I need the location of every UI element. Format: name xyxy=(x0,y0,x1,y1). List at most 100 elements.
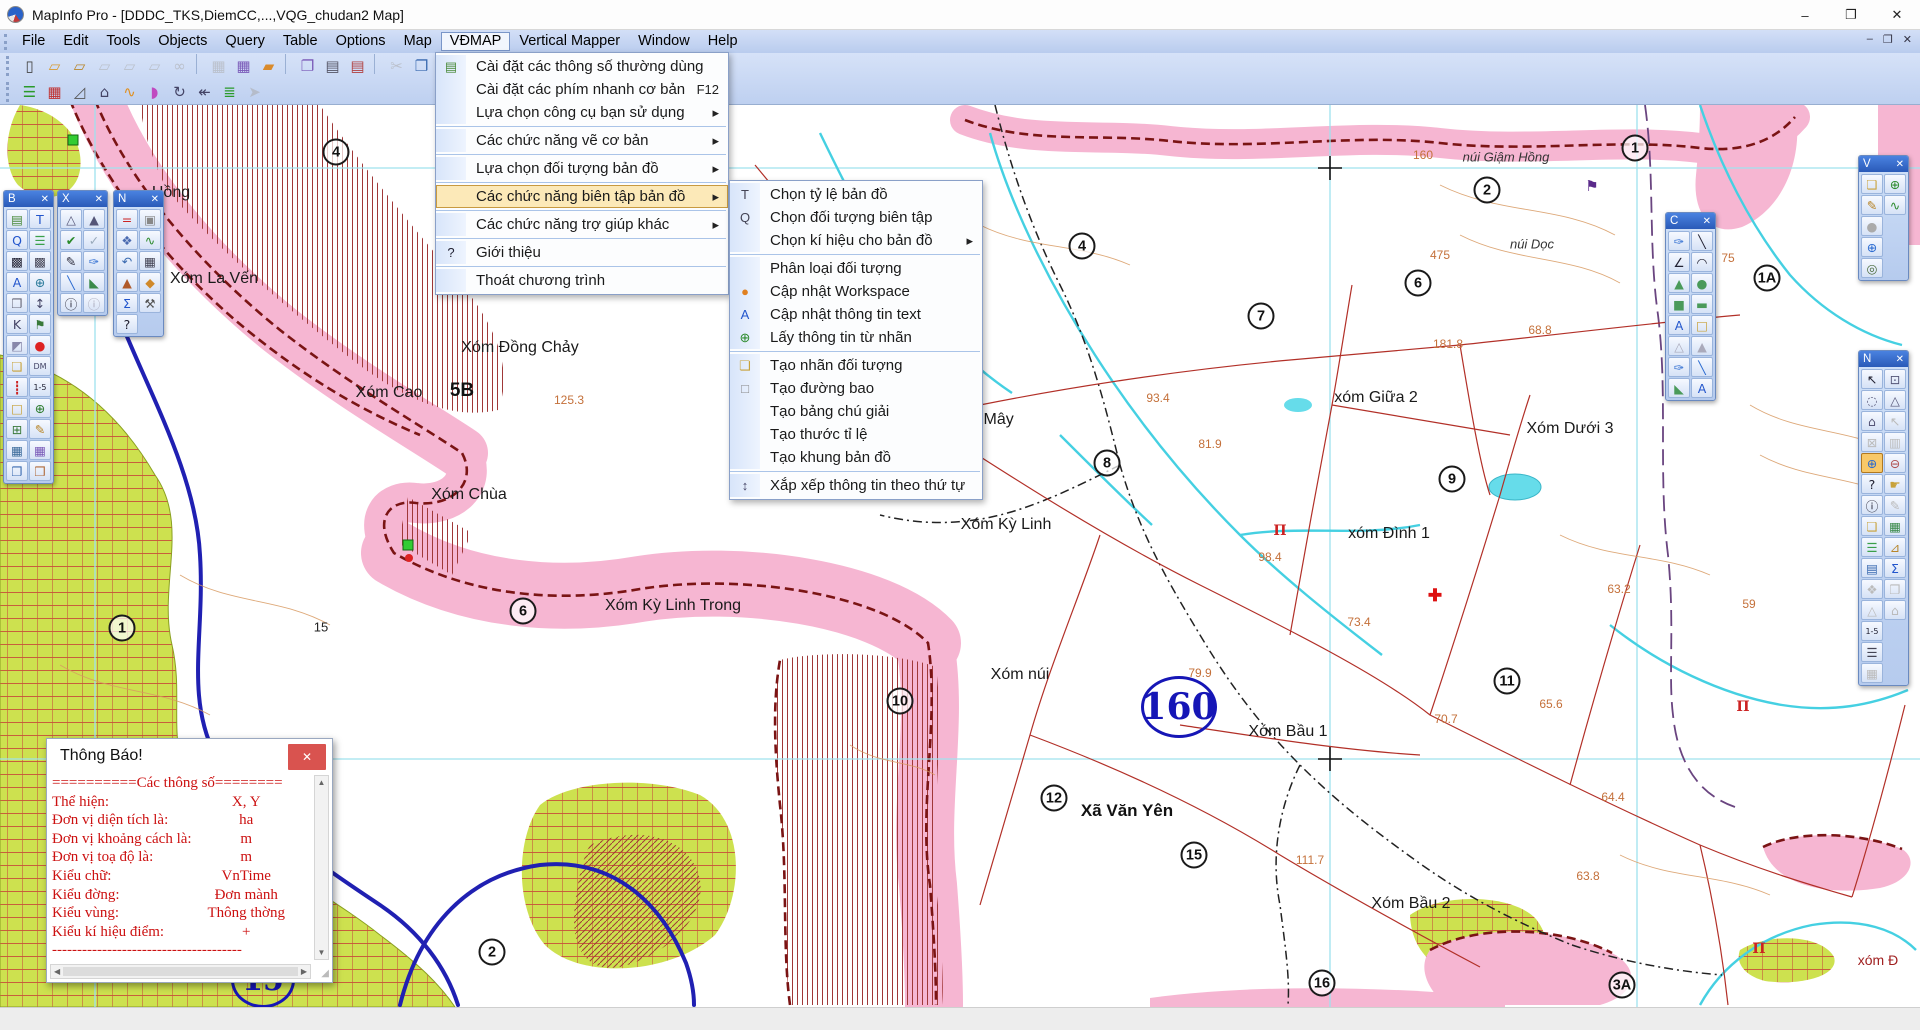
menu-item-thoat-chuong-trinh[interactable]: Thoát chương trình xyxy=(436,269,728,292)
check-light-button[interactable]: ✓ xyxy=(83,230,105,250)
menu-item-tao-nhan-oi-tuong[interactable]: ❏Tạo nhãn đối tượng xyxy=(730,354,982,377)
pin-symbol-button[interactable]: ✑ xyxy=(1668,231,1690,251)
text-A-button[interactable]: A xyxy=(1668,315,1690,335)
palette-titlebar[interactable]: X✕ xyxy=(58,191,107,207)
menu-map[interactable]: Map xyxy=(395,32,441,51)
ball-gray-button[interactable]: ● xyxy=(1861,216,1883,236)
text-T-button[interactable]: T xyxy=(29,209,51,229)
return-arrow-button[interactable]: ↶ xyxy=(116,251,138,271)
scale-bar-button[interactable]: 1-5 xyxy=(1861,621,1883,641)
mdi-close-button[interactable]: ✕ xyxy=(1903,33,1912,46)
arc-draw-button[interactable]: ◠ xyxy=(1691,252,1713,272)
open-disabled-3-button[interactable]: ▱ xyxy=(142,54,167,78)
check-apply-button[interactable]: ✔ xyxy=(60,230,82,250)
line-draw-button[interactable]: ╲ xyxy=(1691,231,1713,251)
sort-az-button[interactable]: ↕ xyxy=(29,293,51,313)
close-button[interactable]: ✕ xyxy=(1874,0,1920,30)
chart-green-button[interactable]: ∿ xyxy=(139,230,161,250)
globe-web-button[interactable]: ⊕ xyxy=(29,398,51,418)
dialog-close-button[interactable]: ✕ xyxy=(288,744,326,770)
triangle-gray-button[interactable]: △ xyxy=(1861,600,1883,620)
vm-3d-view-button[interactable]: ≣ xyxy=(217,80,242,104)
select-radius-button[interactable]: ◌ xyxy=(1861,390,1883,410)
menu-item-cac-chuc-nang-ve-co-ban[interactable]: Các chức năng vẽ cơ bản▸ xyxy=(436,129,728,152)
map-hand-button[interactable]: ▦ xyxy=(1884,516,1906,536)
calendar-table-button[interactable]: ▦ xyxy=(6,440,28,460)
vm-extract-button[interactable]: ↞ xyxy=(192,80,217,104)
table-add-gray-button[interactable]: ▦ xyxy=(1861,663,1883,683)
scroll-up-icon[interactable]: ▲ xyxy=(318,778,326,787)
reshape-gray-button[interactable]: △ xyxy=(1668,336,1690,356)
question-button[interactable]: ? xyxy=(1861,474,1883,494)
menu-item-tao-thuoc-ti-le[interactable]: Tạo thước tỉ lệ xyxy=(730,423,982,446)
cut-disabled-button[interactable]: ✂ xyxy=(384,54,409,78)
palette-titlebar[interactable]: N✕ xyxy=(1859,351,1908,367)
open-disabled-1-button[interactable]: ▱ xyxy=(92,54,117,78)
vm-cross-section-button[interactable]: ◿ xyxy=(67,80,92,104)
select-marquee-button[interactable]: ⊡ xyxy=(1884,369,1906,389)
close-icon[interactable]: ✕ xyxy=(1703,216,1711,227)
save-floppy-button[interactable]: ▦ xyxy=(29,440,51,460)
menu-tools[interactable]: Tools xyxy=(97,32,149,51)
scroll-left-icon[interactable]: ◀ xyxy=(54,967,60,976)
menu-item-tao-khung-ban-o[interactable]: Tạo khung bản đồ xyxy=(730,446,982,469)
vm-grid-manager-button[interactable]: ☰ xyxy=(17,80,42,104)
ellipse-draw-button[interactable]: ● xyxy=(1691,273,1713,293)
vm-rotate-button[interactable]: ↻ xyxy=(167,80,192,104)
menu-item-phan-loai-oi-tuong[interactable]: Phân loại đối tượng xyxy=(730,257,982,280)
dm-unit-button[interactable]: DM xyxy=(29,356,51,376)
menu-edit[interactable]: Edit xyxy=(54,32,97,51)
rounded-rect-draw-button[interactable]: ▬ xyxy=(1691,294,1713,314)
palette-titlebar[interactable]: C✕ xyxy=(1666,213,1715,229)
palette-titlebar[interactable]: B✕ xyxy=(4,191,53,207)
layers-button[interactable]: ☰ xyxy=(29,230,51,250)
menu-options[interactable]: Options xyxy=(327,32,395,51)
menu-item-tao-uong-bao[interactable]: □Tạo đường bao xyxy=(730,377,982,400)
book-search-button[interactable]: ◎ xyxy=(1861,258,1883,278)
flag-golf-button[interactable]: ⚑ xyxy=(29,314,51,334)
folder-map-button[interactable]: ❏ xyxy=(1861,174,1883,194)
palette-titlebar[interactable]: V✕ xyxy=(1859,156,1908,172)
text-style-button[interactable]: A xyxy=(6,272,28,292)
copy-button[interactable]: ❐ xyxy=(409,54,434,78)
menu-item-lay-thong-tin-tu-nhan[interactable]: ⊕Lấy thông tin từ nhãn xyxy=(730,326,982,349)
equals-sign-button[interactable]: = xyxy=(116,209,138,229)
workspace-notebook-button[interactable]: ▤ xyxy=(6,209,28,229)
polygon-draw-button[interactable]: ▲ xyxy=(1668,273,1690,293)
copy-window-button[interactable]: ❐ xyxy=(295,54,320,78)
text-K-button[interactable]: K xyxy=(6,314,28,334)
invert-sel-gray-button[interactable]: ▥ xyxy=(1884,432,1906,452)
paste-board-button[interactable]: ❒ xyxy=(29,461,51,481)
add-node-gray-button[interactable]: ▲ xyxy=(1691,336,1713,356)
pin-callout-button[interactable]: ✑ xyxy=(1668,357,1690,377)
polygon-callout-button[interactable]: ◣ xyxy=(1668,378,1690,398)
vm-pointer-disabled-button[interactable]: ➤ xyxy=(242,80,267,104)
menu-item-chon-ty-le-ban-o[interactable]: TChọn tỷ lệ bản đồ xyxy=(730,183,982,206)
menu-objects[interactable]: Objects xyxy=(149,32,216,51)
select-arrow-button[interactable]: ↖ xyxy=(1861,369,1883,389)
table-sheet-button[interactable]: ▦ xyxy=(139,251,161,271)
label-tag-button[interactable]: ❏ xyxy=(1861,516,1883,536)
maximize-button[interactable]: ❐ xyxy=(1828,0,1874,30)
menu-query[interactable]: Query xyxy=(216,32,274,51)
layers-button[interactable]: ☰ xyxy=(1861,537,1883,557)
scroll-down-icon[interactable]: ▼ xyxy=(318,948,326,957)
menu-item-xap-xep-thong-tin-theo-thu-tu[interactable]: ↕Xắp xếp thông tin theo thứ tự xyxy=(730,474,982,497)
vm-create-grid-button[interactable]: ▦ xyxy=(42,80,67,104)
pencil-edit-button[interactable]: ✎ xyxy=(29,419,51,439)
mdi-minimize-button[interactable]: – xyxy=(1867,33,1873,46)
hammers-button[interactable]: ⚒ xyxy=(139,293,161,313)
copy-structure-button[interactable]: ❐ xyxy=(6,293,28,313)
menu-item-cac-chuc-nang-tro-giup-khac[interactable]: Các chức năng trợ giúp khác▸ xyxy=(436,213,728,236)
new-document-button[interactable]: ▯ xyxy=(17,54,42,78)
vm-color-tool-button[interactable]: ◗ xyxy=(142,80,167,104)
open-table-button[interactable]: ▱ xyxy=(42,54,67,78)
scale-bar-button[interactable]: 1-5 xyxy=(29,377,51,397)
info-bold-button[interactable]: ⓘ xyxy=(1861,495,1883,515)
dialog-vertical-scrollbar[interactable]: ▲ ▼ xyxy=(314,775,329,960)
chart-green-button[interactable]: ∿ xyxy=(1884,195,1906,215)
menu-item-cac-chuc-nang-bien-tap-ban-o[interactable]: Các chức năng biên tập bản đồ▸ xyxy=(436,185,728,208)
close-icon[interactable]: ✕ xyxy=(1896,159,1904,170)
mdi-restore-button[interactable]: ❐ xyxy=(1883,33,1893,46)
dialog-horizontal-scrollbar[interactable]: ◀ ▶ xyxy=(50,964,311,979)
